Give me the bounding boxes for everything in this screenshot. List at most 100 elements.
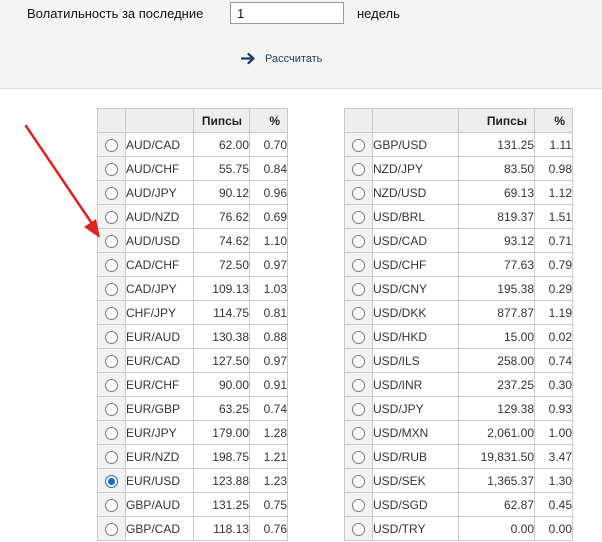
pair-radio-button[interactable] bbox=[352, 474, 365, 488]
radio-cell[interactable] bbox=[97, 444, 126, 469]
radio-cell[interactable] bbox=[97, 324, 126, 349]
table-row[interactable]: GBP/CAD 118.13 0.76 bbox=[97, 516, 288, 541]
radio-cell[interactable] bbox=[344, 468, 373, 493]
table-row[interactable]: CAD/JPY 109.13 1.03 bbox=[97, 276, 288, 301]
radio-cell[interactable] bbox=[97, 420, 126, 445]
radio-cell[interactable] bbox=[344, 420, 373, 445]
pair-radio-button[interactable] bbox=[105, 306, 118, 320]
table-row[interactable]: USD/DKK 877.87 1.19 bbox=[344, 300, 573, 325]
pair-radio-button[interactable] bbox=[352, 450, 365, 464]
table-row[interactable]: GBP/AUD 131.25 0.75 bbox=[97, 492, 288, 517]
pair-radio-button[interactable] bbox=[352, 258, 365, 272]
calculate-button[interactable]: Рассчитать bbox=[241, 52, 322, 65]
table-row[interactable]: USD/CNY 195.38 0.29 bbox=[344, 276, 573, 301]
pair-radio-button[interactable] bbox=[105, 354, 118, 368]
table-row[interactable]: AUD/USD 74.62 1.10 bbox=[97, 228, 288, 253]
radio-cell[interactable] bbox=[344, 372, 373, 397]
pair-radio-button[interactable] bbox=[105, 426, 118, 440]
table-row[interactable]: GBP/USD 131.25 1.11 bbox=[344, 132, 573, 157]
radio-cell[interactable] bbox=[344, 348, 373, 373]
pair-radio-button[interactable] bbox=[105, 258, 118, 272]
table-row[interactable]: CAD/CHF 72.50 0.97 bbox=[97, 252, 288, 277]
radio-cell[interactable] bbox=[97, 516, 126, 541]
table-row[interactable]: USD/INR 237.25 0.30 bbox=[344, 372, 573, 397]
pair-radio-button[interactable] bbox=[105, 522, 118, 536]
radio-cell[interactable] bbox=[97, 156, 126, 181]
radio-cell[interactable] bbox=[97, 228, 126, 253]
table-row[interactable]: USD/ILS 258.00 0.74 bbox=[344, 348, 573, 373]
table-row[interactable]: USD/MXN 2,061.00 1.00 bbox=[344, 420, 573, 445]
radio-cell[interactable] bbox=[344, 180, 373, 205]
period-input[interactable] bbox=[230, 2, 344, 24]
table-row[interactable]: USD/SEK 1,365.37 1.30 bbox=[344, 468, 573, 493]
pair-radio-button[interactable] bbox=[105, 138, 118, 152]
pair-radio-button[interactable] bbox=[352, 186, 365, 200]
pair-radio-button[interactable] bbox=[352, 378, 365, 392]
pair-radio-button[interactable] bbox=[105, 330, 118, 344]
radio-cell[interactable] bbox=[344, 444, 373, 469]
radio-cell[interactable] bbox=[97, 372, 126, 397]
table-row[interactable]: CHF/JPY 114.75 0.81 bbox=[97, 300, 288, 325]
table-row[interactable]: USD/SGD 62.87 0.45 bbox=[344, 492, 573, 517]
table-row[interactable]: AUD/NZD 76.62 0.69 bbox=[97, 204, 288, 229]
table-row[interactable]: USD/CAD 93.12 0.71 bbox=[344, 228, 573, 253]
radio-cell[interactable] bbox=[97, 396, 126, 421]
table-row[interactable]: EUR/CAD 127.50 0.97 bbox=[97, 348, 288, 373]
radio-cell[interactable] bbox=[344, 396, 373, 421]
table-row[interactable]: EUR/JPY 179.00 1.28 bbox=[97, 420, 288, 445]
radio-cell[interactable] bbox=[344, 300, 373, 325]
table-row[interactable]: EUR/USD 123.88 1.23 bbox=[97, 468, 288, 493]
pair-radio-button[interactable] bbox=[352, 138, 365, 152]
table-row[interactable]: USD/CHF 77.63 0.79 bbox=[344, 252, 573, 277]
pair-radio-button[interactable] bbox=[352, 522, 365, 536]
radio-cell[interactable] bbox=[97, 492, 126, 517]
radio-cell[interactable] bbox=[344, 156, 373, 181]
pair-radio-button[interactable] bbox=[352, 498, 365, 512]
radio-cell[interactable] bbox=[344, 228, 373, 253]
pair-radio-button[interactable] bbox=[105, 450, 118, 464]
radio-cell[interactable] bbox=[344, 132, 373, 157]
pair-radio-button[interactable] bbox=[105, 186, 118, 200]
pair-radio-button[interactable] bbox=[352, 306, 365, 320]
radio-cell[interactable] bbox=[344, 204, 373, 229]
radio-cell[interactable] bbox=[344, 252, 373, 277]
pair-radio-button[interactable] bbox=[352, 402, 365, 416]
radio-cell[interactable] bbox=[97, 468, 126, 493]
radio-cell[interactable] bbox=[97, 132, 126, 157]
table-row[interactable]: USD/JPY 129.38 0.93 bbox=[344, 396, 573, 421]
pair-radio-button[interactable] bbox=[352, 330, 365, 344]
table-row[interactable]: AUD/JPY 90.12 0.96 bbox=[97, 180, 288, 205]
radio-cell[interactable] bbox=[97, 204, 126, 229]
pair-radio-button[interactable] bbox=[352, 162, 365, 176]
pair-radio-button[interactable] bbox=[105, 402, 118, 416]
pair-radio-button[interactable] bbox=[105, 378, 118, 392]
pair-radio-button[interactable] bbox=[105, 498, 118, 512]
pair-radio-button[interactable] bbox=[105, 162, 118, 176]
table-row[interactable]: USD/TRY 0.00 0.00 bbox=[344, 516, 573, 541]
radio-cell[interactable] bbox=[344, 324, 373, 349]
radio-cell[interactable] bbox=[97, 180, 126, 205]
pair-radio-button[interactable] bbox=[352, 426, 365, 440]
radio-cell[interactable] bbox=[97, 276, 126, 301]
table-row[interactable]: EUR/GBP 63.25 0.74 bbox=[97, 396, 288, 421]
table-row[interactable]: NZD/JPY 83.50 0.98 bbox=[344, 156, 573, 181]
table-row[interactable]: AUD/CHF 55.75 0.84 bbox=[97, 156, 288, 181]
table-row[interactable]: USD/RUB 19,831.50 3.47 bbox=[344, 444, 573, 469]
table-row[interactable]: USD/HKD 15.00 0.02 bbox=[344, 324, 573, 349]
radio-cell[interactable] bbox=[344, 516, 373, 541]
table-row[interactable]: AUD/CAD 62.00 0.70 bbox=[97, 132, 288, 157]
table-row[interactable]: USD/BRL 819.37 1.51 bbox=[344, 204, 573, 229]
table-row[interactable]: EUR/AUD 130.38 0.88 bbox=[97, 324, 288, 349]
radio-cell[interactable] bbox=[97, 300, 126, 325]
radio-cell[interactable] bbox=[344, 492, 373, 517]
pair-radio-button[interactable] bbox=[105, 234, 118, 248]
pair-radio-button[interactable] bbox=[105, 474, 118, 488]
table-row[interactable]: EUR/NZD 198.75 1.21 bbox=[97, 444, 288, 469]
pair-radio-button[interactable] bbox=[352, 282, 365, 296]
table-row[interactable]: NZD/USD 69.13 1.12 bbox=[344, 180, 573, 205]
pair-radio-button[interactable] bbox=[352, 234, 365, 248]
table-row[interactable]: EUR/CHF 90.00 0.91 bbox=[97, 372, 288, 397]
radio-cell[interactable] bbox=[97, 252, 126, 277]
pair-radio-button[interactable] bbox=[105, 282, 118, 296]
radio-cell[interactable] bbox=[97, 348, 126, 373]
